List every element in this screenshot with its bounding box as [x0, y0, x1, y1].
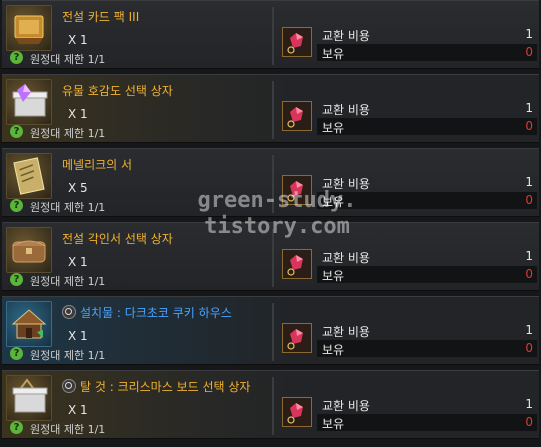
search-icon[interactable] [62, 379, 76, 393]
divider [272, 377, 274, 435]
cost-label: 교환 비용 [322, 29, 370, 43]
item-quantity: X 1 [68, 33, 88, 47]
currency-icon [282, 175, 312, 205]
item-name: 메넬리크의 서 [62, 158, 133, 172]
owned-label: 보유 [322, 47, 345, 61]
item-quantity: X 1 [68, 403, 88, 417]
cost-row: 교환 비용 1 [317, 248, 537, 265]
limit-info: ? 원정대 제한 1/1 [10, 272, 270, 288]
owned-value: 0 [525, 119, 533, 133]
satchel-icon [6, 227, 52, 273]
owned-row: 보유 0 [317, 266, 537, 283]
help-icon[interactable]: ? [10, 51, 23, 64]
exchange-item-row[interactable]: 메넬리크의 서 X 5 ? 원정대 제한 1/1 교환 비용 1 보유 0 [2, 148, 539, 217]
cost-row: 교환 비용 1 [317, 100, 537, 117]
limit-text: 원정대 제한 1/1 [30, 349, 106, 362]
limit-text: 원정대 제한 1/1 [30, 275, 106, 288]
item-name-row: 탈 것 : 크리스마스 보드 선택 상자 [62, 378, 250, 395]
cost-value: 1 [525, 249, 533, 263]
limit-info: ? 원정대 제한 1/1 [10, 420, 270, 436]
cost-row: 교환 비용 1 [317, 26, 537, 43]
cost-value: 1 [525, 27, 533, 41]
item-name: 탈 것 : 크리스마스 보드 선택 상자 [80, 380, 251, 394]
divider [272, 229, 274, 287]
limit-info: ? 원정대 제한 1/1 [10, 198, 270, 214]
cost-label: 교환 비용 [322, 325, 370, 339]
item-name: 설치물 : 다크초코 쿠키 하우스 [80, 306, 232, 320]
currency-icon [282, 249, 312, 279]
currency-icon [282, 397, 312, 427]
help-icon[interactable]: ? [10, 421, 23, 434]
item-quantity: X 5 [68, 181, 88, 195]
owned-value: 0 [525, 267, 533, 281]
cost-value: 1 [525, 397, 533, 411]
gift-box-icon [6, 79, 52, 125]
owned-value: 0 [525, 415, 533, 429]
owned-label: 보유 [322, 195, 345, 209]
owned-value: 0 [525, 193, 533, 207]
limit-text: 원정대 제한 1/1 [30, 423, 106, 436]
exchange-item-list: 전설 카드 팩 III X 1 ? 원정대 제한 1/1 교환 비용 1 보유 … [0, 0, 541, 447]
limit-info: ? 원정대 제한 1/1 [10, 346, 270, 362]
limit-text: 원정대 제한 1/1 [30, 53, 106, 66]
limit-info: ? 원정대 제한 1/1 [10, 124, 270, 140]
item-name: 유물 호감도 선택 상자 [62, 84, 173, 98]
currency-icon [282, 101, 312, 131]
exchange-item-row[interactable]: 전설 카드 팩 III X 1 ? 원정대 제한 1/1 교환 비용 1 보유 … [2, 0, 539, 69]
divider [272, 7, 274, 65]
divider [272, 155, 274, 213]
owned-label: 보유 [322, 269, 345, 283]
owned-row: 보유 0 [317, 340, 537, 357]
item-quantity: X 1 [68, 107, 88, 121]
cost-label: 교환 비용 [322, 399, 370, 413]
help-icon[interactable]: ? [10, 273, 23, 286]
owned-label: 보유 [322, 417, 345, 431]
owned-value: 0 [525, 341, 533, 355]
exchange-item-row[interactable]: 설치물 : 다크초코 쿠키 하우스 X 1 ? 원정대 제한 1/1 교환 비용… [2, 296, 539, 365]
cost-label: 교환 비용 [322, 177, 370, 191]
item-name: 전설 카드 팩 III [62, 10, 140, 24]
owned-row: 보유 0 [317, 118, 537, 135]
owned-row: 보유 0 [317, 44, 537, 61]
search-icon[interactable] [62, 305, 76, 319]
card-pack-icon [6, 5, 52, 51]
owned-label: 보유 [322, 343, 345, 357]
owned-value: 0 [525, 45, 533, 59]
cost-label: 교환 비용 [322, 251, 370, 265]
help-icon[interactable]: ? [10, 347, 23, 360]
item-quantity: X 1 [68, 329, 88, 343]
owned-row: 보유 0 [317, 414, 537, 431]
owned-row: 보유 0 [317, 192, 537, 209]
book-icon [6, 153, 52, 199]
limit-info: ? 원정대 제한 1/1 [10, 50, 270, 66]
cost-value: 1 [525, 323, 533, 337]
cost-value: 1 [525, 101, 533, 115]
owned-label: 보유 [322, 121, 345, 135]
help-icon[interactable]: ? [10, 199, 23, 212]
mount-box-icon [6, 375, 52, 421]
exchange-item-row[interactable]: 유물 호감도 선택 상자 X 1 ? 원정대 제한 1/1 교환 비용 1 보유… [2, 74, 539, 143]
item-name: 전설 각인서 선택 상자 [62, 232, 173, 246]
cost-value: 1 [525, 175, 533, 189]
divider [272, 303, 274, 361]
limit-text: 원정대 제한 1/1 [30, 127, 106, 140]
currency-icon [282, 27, 312, 57]
divider [272, 81, 274, 139]
limit-text: 원정대 제한 1/1 [30, 201, 106, 214]
currency-icon [282, 323, 312, 353]
cost-label: 교환 비용 [322, 103, 370, 117]
house-icon [6, 301, 52, 347]
help-icon[interactable]: ? [10, 125, 23, 138]
item-name-row: 설치물 : 다크초코 쿠키 하우스 [62, 304, 232, 321]
exchange-item-row[interactable]: 전설 각인서 선택 상자 X 1 ? 원정대 제한 1/1 교환 비용 1 보유… [2, 222, 539, 291]
item-quantity: X 1 [68, 255, 88, 269]
cost-row: 교환 비용 1 [317, 396, 537, 413]
cost-row: 교환 비용 1 [317, 322, 537, 339]
exchange-item-row[interactable]: 탈 것 : 크리스마스 보드 선택 상자 X 1 ? 원정대 제한 1/1 교환… [2, 370, 539, 439]
cost-row: 교환 비용 1 [317, 174, 537, 191]
